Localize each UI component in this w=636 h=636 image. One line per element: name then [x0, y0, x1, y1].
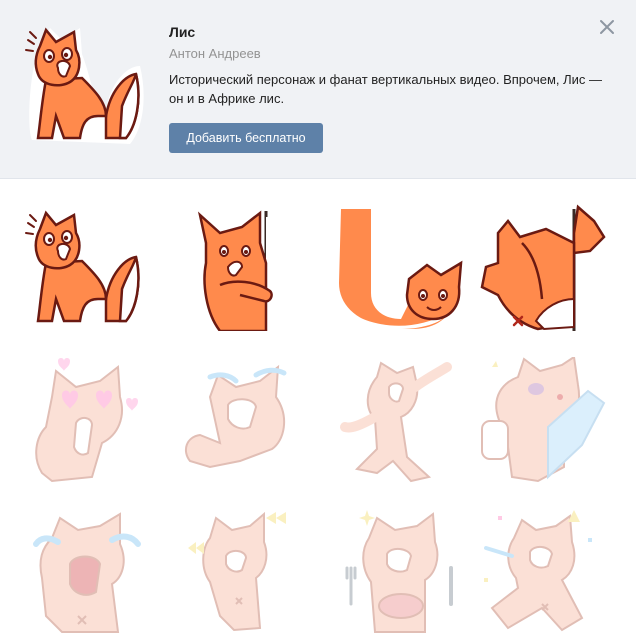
sticker-fox-bandaged[interactable]	[478, 357, 606, 485]
fox-eating-image	[345, 510, 453, 633]
sticker-fox-dancing[interactable]	[337, 357, 465, 485]
pack-author: Антон Андреев	[169, 46, 261, 61]
fox-upside-down-image	[339, 209, 463, 329]
sticker-fox-in-love[interactable]	[22, 357, 150, 485]
fox-crying-laughing-image	[184, 364, 287, 469]
sticker-fox-crying-laughing[interactable]	[180, 357, 308, 485]
fox-dancing-image	[340, 361, 452, 483]
sticker-pack-header: Лис Антон Андреев Исторический персонаж …	[0, 0, 636, 179]
pack-title: Лис	[169, 24, 196, 40]
sticker-fox-party[interactable]	[478, 508, 606, 636]
fox-peeking-image	[197, 210, 278, 331]
fox-pressed-to-wall-image	[480, 204, 606, 331]
pack-cover-sticker	[25, 27, 144, 144]
fox-party-image	[484, 510, 592, 632]
sticker-fox-pressed-to-wall[interactable]	[478, 203, 606, 331]
sticker-fox-butterflies[interactable]	[180, 508, 308, 636]
add-free-button[interactable]: Добавить бесплатно	[169, 123, 323, 153]
sticker-fox-upside-down[interactable]	[337, 203, 465, 331]
sticker-fox-sobbing[interactable]	[22, 508, 150, 636]
sticker-fox-excited[interactable]	[22, 203, 150, 331]
sticker-fox-eating[interactable]	[337, 508, 465, 636]
fox-in-love-image	[35, 358, 138, 483]
fox-butterflies-image	[188, 511, 286, 632]
fox-bandaged-image	[481, 357, 606, 483]
sticker-fox-peeking[interactable]	[180, 203, 308, 331]
pack-description: Исторический персонаж и фанат вертикальн…	[169, 72, 603, 106]
fox-excited-image	[25, 210, 140, 323]
sticker-grid	[0, 179, 636, 635]
close-icon[interactable]	[596, 16, 618, 38]
fox-sobbing-image	[33, 512, 141, 633]
